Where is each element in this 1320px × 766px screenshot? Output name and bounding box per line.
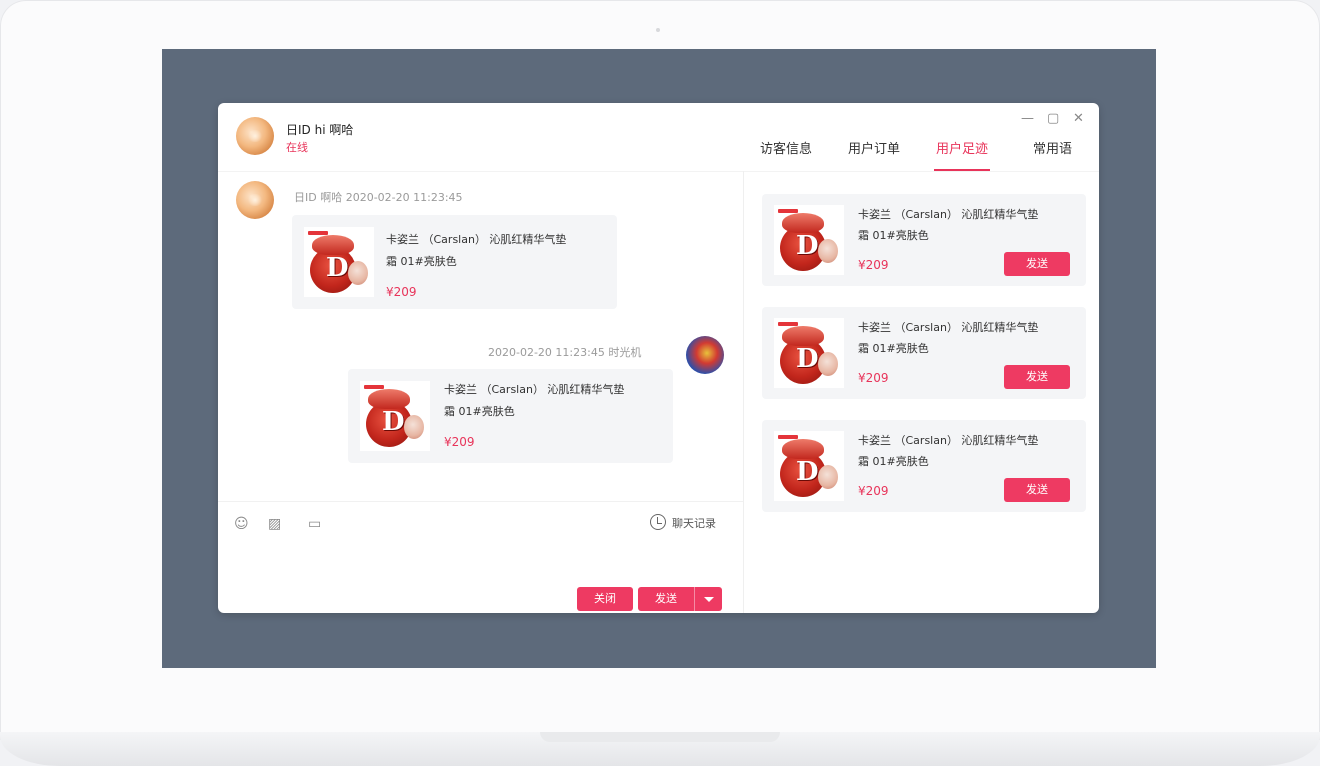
product-title: 卡姿兰 （Carslan） 沁肌红精华气垫: [858, 208, 1039, 221]
product-image: D: [774, 205, 844, 275]
footprint-send-button[interactable]: 发送: [1004, 365, 1070, 389]
image-icon[interactable]: ▨: [268, 516, 281, 532]
camera-dot: [656, 28, 660, 32]
product-sku: 霜 01#亮肤色: [444, 405, 515, 418]
laptop-notch: [540, 732, 780, 742]
header-divider: [218, 171, 1099, 172]
customer-name: 日ID hi 啊哈: [286, 123, 354, 137]
tab-user-orders[interactable]: 用户订单: [848, 143, 900, 169]
message-meta: 日ID 啊哈 2020-02-20 11:23:45: [294, 191, 463, 204]
tab-common-phrases[interactable]: 常用语: [1033, 143, 1072, 169]
product-title: 卡姿兰 （Carslan） 沁肌红精华气垫: [386, 233, 567, 246]
footprint-item[interactable]: D 卡姿兰 （Carslan） 沁肌红精华气垫 霜 01#亮肤色 ¥209 发送: [762, 194, 1086, 286]
product-sku: 霜 01#亮肤色: [858, 229, 929, 242]
clock-icon[interactable]: [650, 514, 666, 530]
product-price: ¥209: [858, 371, 889, 385]
product-card-message[interactable]: D 卡姿兰 （Carslan） 沁肌红精华气垫 霜 01#亮肤色 ¥209: [292, 215, 617, 309]
product-price: ¥209: [444, 435, 475, 449]
panel-divider: [743, 171, 744, 613]
product-price: ¥209: [858, 258, 889, 272]
product-image: D: [304, 227, 374, 297]
product-sku: 霜 01#亮肤色: [858, 455, 929, 468]
customer-status: 在线: [286, 141, 308, 154]
window-header: 日ID hi 啊哈 在线 — ▢ ✕ 访客信息 用户订单 用户足迹 常用语: [218, 103, 1099, 171]
close-icon[interactable]: ✕: [1073, 111, 1084, 126]
tab-user-footprint[interactable]: 用户足迹: [933, 143, 991, 171]
product-sku: 霜 01#亮肤色: [858, 342, 929, 355]
product-price: ¥209: [858, 484, 889, 498]
maximize-icon[interactable]: ▢: [1047, 111, 1059, 126]
footprint-item[interactable]: D 卡姿兰 （Carslan） 沁肌红精华气垫 霜 01#亮肤色 ¥209 发送: [762, 420, 1086, 512]
product-card-message[interactable]: D 卡姿兰 （Carslan） 沁肌红精华气垫 霜 01#亮肤色 ¥209: [348, 369, 673, 463]
input-divider: [218, 501, 743, 502]
send-button[interactable]: 发送: [638, 587, 694, 611]
product-sku: 霜 01#亮肤色: [386, 255, 457, 268]
footprint-send-button[interactable]: 发送: [1004, 478, 1070, 502]
customer-avatar[interactable]: [236, 117, 274, 155]
minimize-icon[interactable]: —: [1021, 111, 1034, 126]
folder-icon[interactable]: ▭: [308, 516, 321, 532]
footprint-send-button[interactable]: 发送: [1004, 252, 1070, 276]
tab-visitor-info[interactable]: 访客信息: [760, 143, 812, 169]
chevron-down-icon[interactable]: [694, 587, 722, 611]
agent-avatar[interactable]: [686, 336, 724, 374]
product-price: ¥209: [386, 285, 417, 299]
emoji-icon[interactable]: ☺: [234, 516, 249, 532]
sender-avatar[interactable]: [236, 181, 274, 219]
chat-window: 日ID hi 啊哈 在线 — ▢ ✕ 访客信息 用户订单 用户足迹 常用语 日I…: [218, 103, 1099, 613]
product-image: D: [360, 381, 430, 451]
message-meta: 2020-02-20 11:23:45 时光机: [488, 346, 642, 359]
product-image: D: [774, 318, 844, 388]
product-title: 卡姿兰 （Carslan） 沁肌红精华气垫: [444, 383, 625, 396]
product-title: 卡姿兰 （Carslan） 沁肌红精华气垫: [858, 434, 1039, 447]
close-button[interactable]: 关闭: [577, 587, 633, 611]
product-title: 卡姿兰 （Carslan） 沁肌红精华气垫: [858, 321, 1039, 334]
chat-history-link[interactable]: 聊天记录: [672, 515, 716, 531]
product-image: D: [774, 431, 844, 501]
footprint-item[interactable]: D 卡姿兰 （Carslan） 沁肌红精华气垫 霜 01#亮肤色 ¥209 发送: [762, 307, 1086, 399]
